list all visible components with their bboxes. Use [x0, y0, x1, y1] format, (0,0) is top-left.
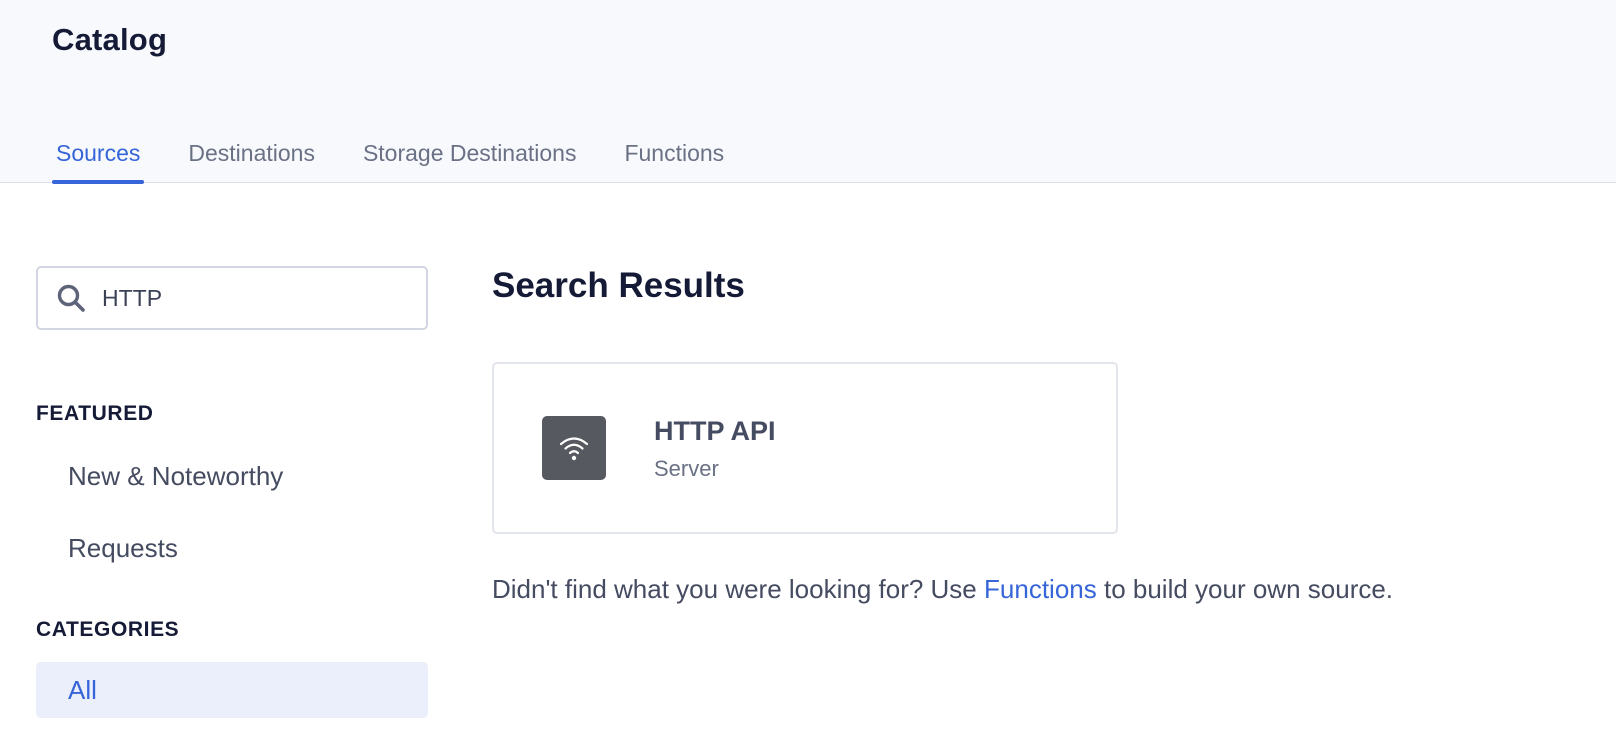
sidebar-item-new-noteworthy[interactable]: New & Noteworthy [36, 448, 428, 504]
result-name: HTTP API [654, 416, 776, 446]
search-results-title: Search Results [492, 266, 745, 305]
result-type: Server [654, 456, 719, 481]
featured-heading: FEATURED [36, 402, 154, 425]
sidebar-item-requests[interactable]: Requests [36, 520, 428, 576]
tab-destinations[interactable]: Destinations [184, 136, 319, 183]
search-box[interactable] [36, 266, 428, 330]
wifi-icon [542, 416, 606, 480]
functions-link[interactable]: Functions [984, 574, 1097, 604]
page-title: Catalog [52, 22, 168, 57]
tab-sources[interactable]: Sources [52, 136, 145, 184]
tab-functions[interactable]: Functions [620, 136, 728, 183]
result-card[interactable]: HTTP API Server [492, 362, 1118, 534]
help-text: Didn't find what you were looking for? U… [492, 574, 1393, 605]
tab-storage-destinations[interactable]: Storage Destinations [359, 136, 581, 183]
help-text-prefix: Didn't find what you were looking for? U… [492, 574, 977, 604]
categories-heading: CATEGORIES [36, 618, 180, 641]
page-header: Catalog Sources Destinations Storage Des… [0, 0, 1616, 184]
search-input[interactable] [102, 284, 402, 312]
sidebar-item-all[interactable]: All [36, 662, 428, 718]
help-text-suffix: to build your own source. [1103, 574, 1394, 604]
search-icon [54, 281, 88, 315]
tab-bar: Sources Destinations Storage Destination… [52, 136, 768, 184]
